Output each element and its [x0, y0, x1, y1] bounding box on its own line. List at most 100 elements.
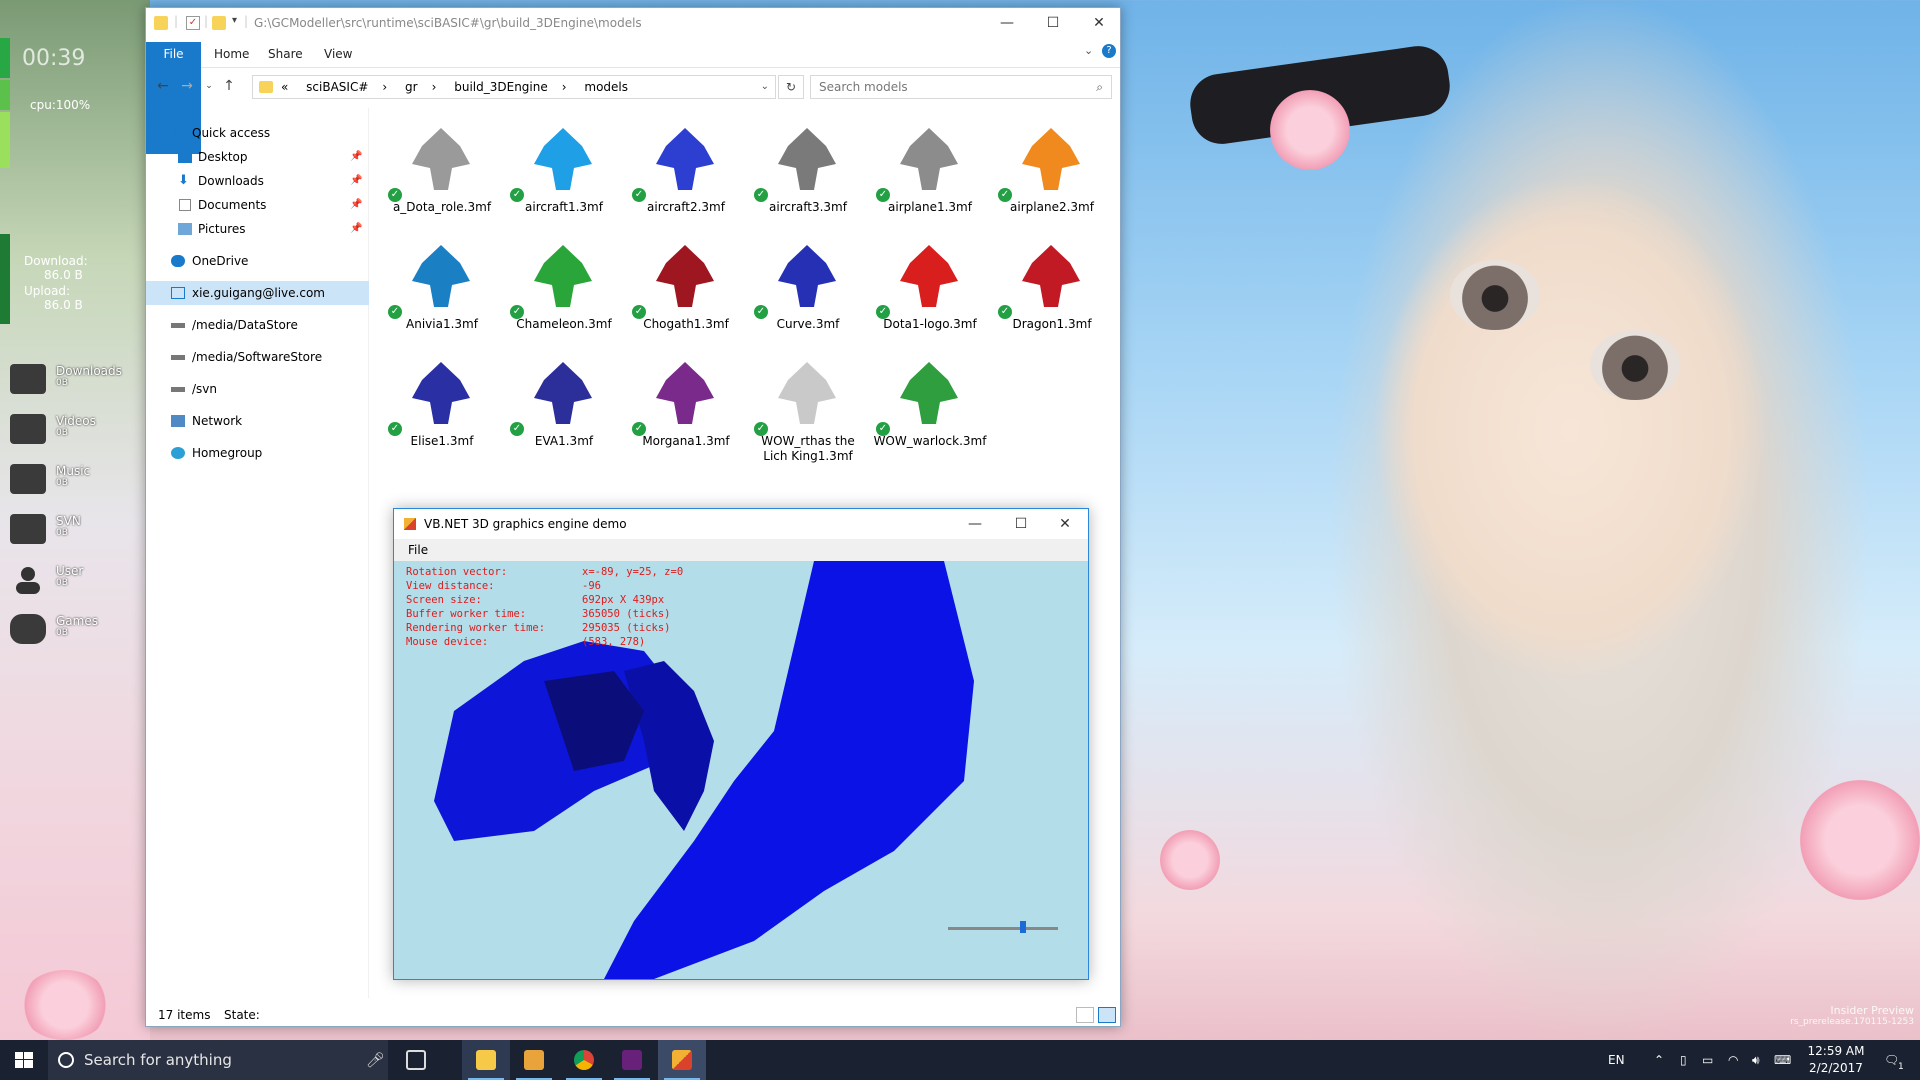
tab-share[interactable]: Share [260, 42, 311, 66]
details-view-icon[interactable] [1076, 1007, 1094, 1023]
file-item[interactable]: ✓ aircraft2.3mf [626, 118, 746, 230]
nav-desktop[interactable]: Desktop 📌 [146, 145, 369, 169]
file-item[interactable]: ✓ Curve.3mf [748, 235, 868, 347]
nav-drive-softwarestore[interactable]: /media/SoftwareStore [146, 345, 369, 369]
file-item[interactable]: ✓ Morgana1.3mf [626, 352, 746, 464]
nav-drive-datastore[interactable]: /media/DataStore [146, 313, 369, 337]
help-icon[interactable]: ? [1102, 44, 1116, 58]
file-item[interactable]: ✓ Chameleon.3mf [504, 235, 624, 347]
explorer-titlebar[interactable]: | ✓ | ▾ | G:\GCModeller\src\runtime\sciB… [146, 8, 1120, 38]
pin-icon[interactable]: 📌 [350, 145, 362, 169]
show-hidden-icons-icon[interactable]: ⌃ [1654, 1040, 1664, 1080]
nav-onedrive[interactable]: OneDrive [146, 249, 369, 273]
taskbar-file-explorer[interactable] [462, 1040, 510, 1080]
nav-label: Desktop [198, 150, 248, 164]
keyboard-icon[interactable]: ⌨ [1774, 1040, 1791, 1080]
action-center-icon[interactable]: 🗨︎ [1884, 1040, 1899, 1080]
file-item[interactable]: ✓ airplane2.3mf [992, 118, 1112, 230]
nav-network[interactable]: Network [146, 409, 369, 433]
taskbar-demo-app[interactable] [658, 1040, 706, 1080]
maximize-button[interactable]: ☐ [998, 509, 1044, 539]
minimize-button[interactable]: — [984, 8, 1030, 38]
volume-icon[interactable]: 🔊︎ [1752, 1040, 1760, 1080]
file-item[interactable]: ✓ aircraft1.3mf [504, 118, 624, 230]
taskbar-visual-studio[interactable] [608, 1040, 656, 1080]
zoom-slider-track[interactable] [948, 927, 1058, 930]
nav-user-account[interactable]: xie.guigang@live.com [146, 281, 369, 305]
file-item[interactable]: ✓ a_Dota_role.3mf [382, 118, 502, 230]
nav-pictures[interactable]: Pictures 📌 [146, 217, 369, 241]
render-canvas[interactable]: Rotation vector: x=-89, y=25, z=0 View dis… [394, 561, 1088, 979]
file-item[interactable]: ✓ WOW_rthas the Lich King1.3mf [748, 352, 868, 464]
breadcrumb-item[interactable]: build_3DEngine [454, 80, 548, 94]
pin-icon[interactable]: 📌 [350, 193, 362, 217]
language-indicator[interactable]: EN [1608, 1040, 1625, 1080]
file-item[interactable]: ✓ Dragon1.3mf [992, 235, 1112, 347]
homegroup-icon [171, 447, 185, 459]
nav-downloads[interactable]: ⬇ Downloads 📌 [146, 169, 369, 193]
wifi-icon[interactable]: ◠ [1728, 1040, 1738, 1080]
up-button[interactable]: ↑ [220, 76, 238, 96]
address-bar[interactable]: « sciBASIC# › gr › build_3DEngine › models … [252, 75, 776, 99]
pin-icon[interactable]: 📌 [350, 169, 362, 193]
breadcrumb-item[interactable]: models [584, 80, 628, 94]
new-folder-icon[interactable] [212, 16, 226, 30]
file-item[interactable]: ✓ aircraft3.3mf [748, 118, 868, 230]
close-button[interactable]: ✕ [1042, 509, 1088, 539]
properties-icon[interactable]: ✓ [186, 16, 200, 30]
microphone-icon[interactable]: 🎤︎ [366, 1040, 385, 1080]
file-item[interactable]: ✓ Chogath1.3mf [626, 235, 746, 347]
breadcrumb-item[interactable]: sciBASIC# [306, 80, 368, 94]
chevron-right-icon[interactable]: › [382, 80, 387, 94]
forward-button[interactable]: → [178, 76, 196, 96]
file-item[interactable]: ✓ airplane1.3mf [870, 118, 990, 230]
usb-icon[interactable]: ▯ [1680, 1040, 1687, 1080]
nav-homegroup[interactable]: Homegroup [146, 441, 369, 465]
refresh-button[interactable]: ↻ [778, 75, 804, 99]
clock[interactable]: 12:59 AM 2/2/2017 [1798, 1043, 1874, 1077]
nav-documents[interactable]: Documents 📌 [146, 193, 369, 217]
navigation-pane: ★ Quick access Desktop 📌 ⬇ Downloads 📌 Docum… [146, 108, 369, 998]
recent-locations-icon[interactable]: ⌄ [200, 76, 218, 96]
chevron-down-icon[interactable]: ⌄ [761, 76, 769, 98]
nav-drive-svn[interactable]: /svn [146, 377, 369, 401]
customize-qa-icon[interactable]: ▾ [232, 15, 237, 26]
power-icon[interactable]: ▭ [1702, 1040, 1713, 1080]
maximize-button[interactable]: ☐ [1030, 8, 1076, 38]
chevron-right-icon[interactable]: › [562, 80, 567, 94]
file-item[interactable]: ✓ WOW_warlock.3mf [870, 352, 990, 464]
minimize-button[interactable]: — [952, 509, 998, 539]
tab-home[interactable]: Home [206, 42, 257, 66]
demo-titlebar[interactable]: VB.NET 3D graphics engine demo — ☐ ✕ [394, 509, 1088, 539]
start-button[interactable] [0, 1040, 48, 1080]
taskbar-media-player[interactable] [510, 1040, 558, 1080]
task-view-button[interactable] [392, 1040, 440, 1080]
breadcrumb-item[interactable]: gr [405, 80, 418, 94]
desktop-item-svn[interactable]: SVN 0B [10, 510, 140, 560]
large-icons-view-icon[interactable] [1098, 1007, 1116, 1023]
file-item[interactable]: ✓ Anivia1.3mf [382, 235, 502, 347]
file-item[interactable]: ✓ Dota1-logo.3mf [870, 235, 990, 347]
file-item[interactable]: ✓ Elise1.3mf [382, 352, 502, 464]
desktop-item-videos[interactable]: Videos 0B [10, 410, 140, 460]
close-button[interactable]: ✕ [1076, 8, 1122, 38]
menu-file[interactable]: File [408, 539, 428, 561]
desktop-item-user[interactable]: User 0B [10, 560, 140, 610]
nav-quick-access[interactable]: ★ Quick access [146, 121, 369, 145]
expand-ribbon-icon[interactable]: ⌄ [1084, 44, 1093, 57]
taskbar-search[interactable]: Search for anything 🎤︎ [48, 1040, 388, 1080]
breadcrumb-overflow[interactable]: « [281, 80, 288, 94]
taskbar-chrome[interactable] [560, 1040, 608, 1080]
desktop-item-music[interactable]: Music 0B [10, 460, 140, 510]
desktop-item-downloads[interactable]: Downloads 0B [10, 360, 140, 410]
computer-icon [171, 287, 185, 299]
pin-icon[interactable]: 📌 [350, 217, 362, 241]
zoom-slider-thumb[interactable] [1019, 921, 1026, 933]
tab-view[interactable]: View [316, 42, 360, 66]
chevron-right-icon[interactable]: › [432, 80, 437, 94]
search-input[interactable]: Search models ⌕ [810, 75, 1112, 99]
watermark: Insider Preview rs_prerelease.170115-125… [1790, 1004, 1914, 1027]
file-item[interactable]: ✓ EVA1.3mf [504, 352, 624, 464]
desktop-item-games[interactable]: Games 0B [10, 610, 140, 660]
back-button[interactable]: ← [154, 76, 172, 96]
